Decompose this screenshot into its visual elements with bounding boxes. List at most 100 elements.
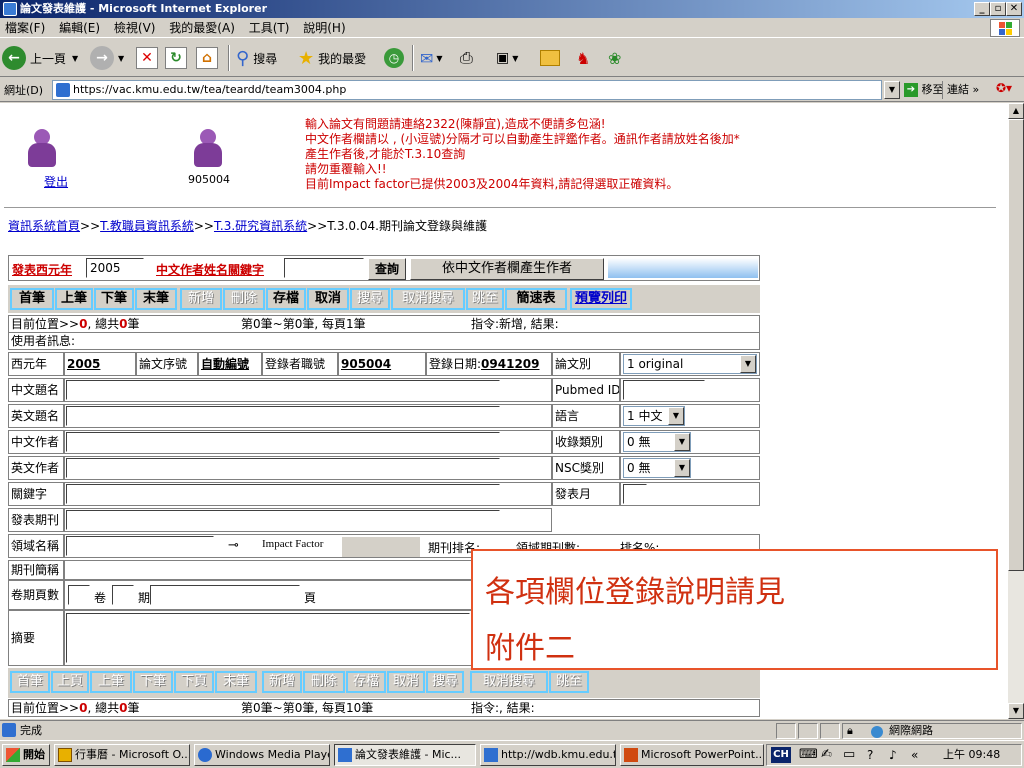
start-button[interactable]: 開始 [2, 744, 50, 766]
vertical-scrollbar[interactable]: ▲ ▼ [1008, 103, 1024, 719]
bottom-add-button[interactable]: 新增 [262, 671, 302, 693]
keyboard-icon[interactable]: ⌨ [799, 745, 818, 765]
tray-expand-icon[interactable]: « [911, 745, 918, 765]
breadcrumb-home[interactable]: 資訊系統首頁 [8, 219, 80, 233]
generate-author-button[interactable]: 依中文作者欄產生作者 [410, 258, 604, 280]
taskbar-calendar[interactable]: 行事曆 - Microsoft O... [54, 744, 190, 766]
taskbar-powerpoint[interactable]: Microsoft PowerPoint... [620, 744, 764, 766]
collect-select[interactable]: 0 無 ▼ [623, 432, 691, 452]
address-dropdown-button[interactable]: ▼ [884, 81, 900, 99]
back-button[interactable]: ← 上一頁 ▼ [2, 44, 78, 72]
year-search-input[interactable]: 2005 [86, 258, 144, 278]
keyword-input[interactable] [66, 484, 500, 504]
menu-help[interactable]: 說明(H) [298, 18, 350, 38]
taskbar-media-player[interactable]: Windows Media Player [194, 744, 330, 766]
menu-favorites[interactable]: 我的最愛(A) [164, 18, 240, 38]
bottom-cancel-button[interactable]: 取消 [387, 671, 425, 693]
volume-icon[interactable]: ♪ [889, 745, 897, 765]
forward-button[interactable]: → ▼ [90, 44, 124, 72]
print-preview-button[interactable]: 預覽列印 [570, 288, 632, 310]
bottom-delete-button[interactable]: 刪除 [303, 671, 345, 693]
home-button[interactable]: ⌂ [196, 44, 218, 72]
bottom-jump-button[interactable]: 跳至 [549, 671, 589, 693]
type-select[interactable]: 1 original ▼ [623, 354, 757, 374]
bottom-last-button[interactable]: 末筆 [215, 671, 257, 693]
scroll-up-button[interactable]: ▲ [1008, 103, 1024, 119]
taskbar-ie-wdb[interactable]: http://wdb.kmu.edu.t... [480, 744, 616, 766]
add-button[interactable]: 新增 [180, 288, 222, 310]
scroll-thumb[interactable] [1008, 119, 1024, 571]
bottom-save-button[interactable]: 存檔 [346, 671, 386, 693]
menu-file[interactable]: 檔案(F) [0, 18, 50, 38]
stop-button[interactable]: ✕ [136, 44, 158, 72]
query-button[interactable]: 查詢 [368, 258, 406, 280]
messenger-button[interactable]: ❀ [608, 44, 621, 72]
logout-link[interactable]: 登出 [44, 173, 68, 190]
logout-person-icon[interactable] [20, 129, 60, 173]
history-button[interactable]: ◷ [384, 44, 404, 72]
search-button[interactable]: ⚲ 搜尋 [236, 44, 277, 72]
cn-title-input[interactable] [66, 380, 500, 400]
edit-button[interactable]: ▣ ▼ [496, 44, 518, 72]
close-button[interactable]: ✕ [1006, 2, 1022, 16]
favorites-button[interactable]: ★ 我的最愛 [298, 44, 366, 72]
bottom-search-button[interactable]: 搜尋 [426, 671, 464, 693]
menu-view[interactable]: 檢視(V) [109, 18, 161, 38]
name-keyword-input[interactable] [284, 258, 364, 278]
scroll-down-button[interactable]: ▼ [1008, 703, 1024, 719]
month-input[interactable] [623, 484, 647, 504]
volume-input[interactable] [68, 585, 90, 605]
prev-record-button[interactable]: 上筆 [55, 288, 93, 310]
pick-icon[interactable]: ⊸ [228, 538, 239, 553]
search-record-button[interactable]: 搜尋 [350, 288, 390, 310]
folder-button[interactable] [540, 44, 560, 72]
quick-table-button[interactable]: 簡速表 [505, 288, 567, 310]
refresh-button[interactable]: ↻ [165, 44, 187, 72]
print-button[interactable]: ⎙ [460, 44, 473, 72]
first-record-button[interactable]: 首筆 [10, 288, 54, 310]
bottom-first-button[interactable]: 首筆 [10, 671, 50, 693]
menu-edit[interactable]: 編輯(E) [54, 18, 105, 38]
ime-indicator[interactable]: CH [771, 747, 791, 763]
bottom-next-page-button[interactable]: 下頁 [174, 671, 214, 693]
pubmed-input[interactable] [623, 380, 705, 400]
breadcrumb-staff[interactable]: T.教職員資訊系統 [100, 219, 194, 233]
journal-input[interactable] [66, 510, 500, 530]
serial-value: 自動編號 [198, 352, 262, 376]
next-record-button[interactable]: 下筆 [94, 288, 134, 310]
issue-input[interactable] [112, 585, 134, 605]
abstract-input[interactable] [66, 613, 470, 663]
delete-button[interactable]: 刪除 [223, 288, 265, 310]
jump-button[interactable]: 跳至 [466, 288, 504, 310]
bottom-prev-button[interactable]: 上筆 [90, 671, 132, 693]
ime-pad-icon[interactable]: ▭ [843, 745, 855, 765]
cn-author-input[interactable] [66, 432, 500, 452]
bottom-prev-page-button[interactable]: 上頁 [51, 671, 89, 693]
language-select[interactable]: 1 中文 ▼ [623, 406, 685, 426]
go-button[interactable]: ➔ 移至 [904, 81, 944, 99]
extra-tool-icon[interactable]: ✪▾ [996, 81, 1012, 95]
mail-button[interactable]: ✉ ▼ [420, 44, 443, 72]
last-record-button[interactable]: 末筆 [135, 288, 177, 310]
links-button[interactable]: 連結 » [942, 81, 979, 99]
save-button[interactable]: 存檔 [266, 288, 306, 310]
breadcrumb-research[interactable]: T.3.研究資訊系統 [214, 219, 307, 233]
maximize-button[interactable]: ▫ [990, 2, 1006, 16]
address-input[interactable]: https://vac.kmu.edu.tw/tea/teardd/team30… [52, 80, 882, 100]
field-name-input[interactable] [66, 536, 214, 556]
nsc-select[interactable]: 0 無 ▼ [623, 458, 691, 478]
en-author-input[interactable] [66, 458, 500, 478]
pubmed-label: Pubmed ID [552, 378, 620, 402]
menu-tools[interactable]: 工具(T) [244, 18, 295, 38]
taskbar-ie-current[interactable]: 論文發表維護 - Mic... [334, 744, 476, 766]
help-icon[interactable]: ? [867, 745, 873, 765]
cancel-search-button[interactable]: 取消搜尋 [391, 288, 465, 310]
pages-input[interactable] [150, 585, 300, 605]
bottom-next-button[interactable]: 下筆 [133, 671, 173, 693]
minimize-button[interactable]: _ [974, 2, 990, 16]
bottom-cancel-search-button[interactable]: 取消搜尋 [470, 671, 548, 693]
pen-icon[interactable]: ✍ [821, 745, 832, 765]
en-title-input[interactable] [66, 406, 500, 426]
devil-tool-button[interactable]: ♞ [576, 44, 590, 72]
cancel-button[interactable]: 取消 [307, 288, 349, 310]
